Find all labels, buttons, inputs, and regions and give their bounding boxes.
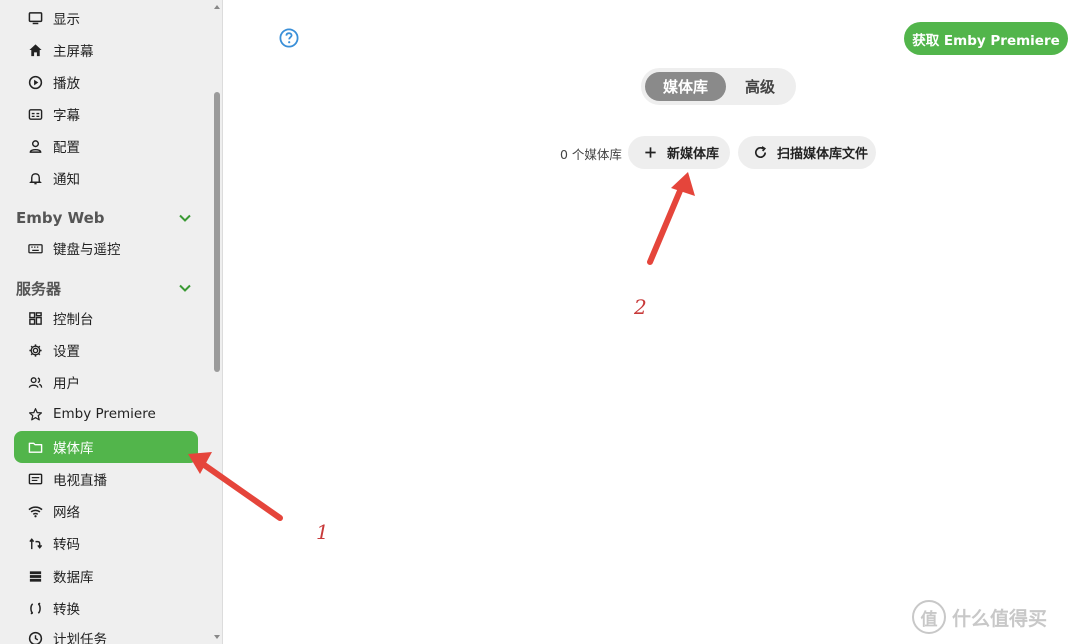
- keyboard-icon: [26, 239, 44, 257]
- new-library-button[interactable]: 新媒体库: [628, 136, 730, 169]
- sidebar-item-users[interactable]: 用户: [14, 366, 198, 398]
- live-tv-icon: [26, 470, 44, 488]
- home-icon: [26, 41, 44, 59]
- sidebar-item-notifications[interactable]: 通知: [14, 162, 198, 194]
- tab-advanced[interactable]: 高级: [729, 72, 791, 101]
- watermark-text: 什么值得买: [952, 607, 1048, 630]
- plus-icon: [645, 147, 656, 158]
- section-title: Emby Web: [16, 209, 105, 227]
- sidebar-item-label: 媒体库: [53, 441, 94, 457]
- sidebar-item-label: 主屏幕: [53, 44, 94, 60]
- sidebar-item-transcode[interactable]: 转码: [14, 527, 198, 559]
- sidebar-item-label: 字幕: [53, 108, 80, 124]
- chevron-down-icon: [179, 214, 191, 222]
- gear-icon: [26, 341, 44, 359]
- sidebar-item-profile[interactable]: 配置: [14, 130, 198, 162]
- sidebar-item-label: 显示: [53, 12, 80, 28]
- sidebar-item-label: 键盘与遥控: [53, 242, 121, 258]
- sidebar-item-library[interactable]: 媒体库: [14, 431, 198, 463]
- sidebar-item-label: 计划任务: [53, 632, 107, 644]
- convert-icon: [26, 599, 44, 617]
- wifi-icon: [26, 502, 44, 520]
- sidebar-item-emby-premiere[interactable]: Emby Premiere: [14, 398, 198, 430]
- library-tabs: 媒体库 高级: [641, 68, 796, 105]
- sidebar-item-label: 播放: [53, 76, 80, 92]
- dashboard-icon: [26, 309, 44, 327]
- sidebar-item-label: 通知: [53, 172, 80, 188]
- library-count: 0 个媒体库: [560, 147, 622, 162]
- scroll-up-arrow-icon[interactable]: [214, 5, 220, 9]
- scroll-down-arrow-icon[interactable]: [214, 635, 220, 639]
- sidebar-item-network[interactable]: 网络: [14, 495, 198, 527]
- get-premiere-button[interactable]: 获取 Emby Premiere: [904, 22, 1068, 55]
- play-circle-icon: [26, 73, 44, 91]
- section-header-emby-web[interactable]: Emby Web: [16, 205, 198, 231]
- users-icon: [26, 373, 44, 391]
- sidebar-item-scheduled-tasks[interactable]: 计划任务: [14, 622, 198, 644]
- section-header-server[interactable]: 服务器: [16, 275, 198, 301]
- scrollbar-thumb[interactable]: [214, 92, 220, 372]
- transcode-icon: [26, 534, 44, 552]
- sidebar-item-subtitles[interactable]: 字幕: [14, 98, 198, 130]
- sidebar-item-label: 电视直播: [53, 473, 107, 489]
- help-icon[interactable]: [279, 28, 299, 48]
- watermark-logo: 值: [912, 600, 946, 634]
- annotation-arrow-2: [647, 183, 685, 265]
- database-icon: [26, 567, 44, 585]
- sidebar-item-database[interactable]: 数据库: [14, 560, 198, 592]
- sidebar-item-playback[interactable]: 播放: [14, 66, 198, 98]
- tab-libraries[interactable]: 媒体库: [645, 72, 726, 101]
- sidebar-item-label: Emby Premiere: [53, 406, 156, 422]
- clock-icon: [26, 629, 44, 644]
- chevron-down-icon: [179, 284, 191, 292]
- sidebar-item-label: 用户: [53, 376, 80, 392]
- annotation-arrowhead-2: [671, 172, 695, 196]
- profile-icon: [26, 137, 44, 155]
- sidebar-item-label: 设置: [53, 344, 80, 360]
- sidebar-item-label: 配置: [53, 140, 80, 156]
- settings-sidebar: 显示 主屏幕 播放 字幕 配置 通知 Emby Web 键盘与遥控 服务器 控制…: [0, 0, 223, 644]
- sidebar-item-label: 转换: [53, 602, 80, 618]
- sidebar-item-label: 控制台: [53, 312, 94, 328]
- section-title: 服务器: [16, 279, 62, 298]
- sidebar-item-convert[interactable]: 转换: [14, 592, 198, 624]
- subtitles-icon: [26, 105, 44, 123]
- folder-icon: [26, 438, 44, 456]
- sidebar-item-live-tv[interactable]: 电视直播: [14, 463, 198, 495]
- sidebar-item-label: 数据库: [53, 570, 94, 586]
- sidebar-item-label: 转码: [53, 537, 80, 553]
- sidebar-item-home[interactable]: 主屏幕: [14, 34, 198, 66]
- annotation-label-2: 2: [634, 295, 647, 319]
- sidebar-item-dashboard[interactable]: 控制台: [14, 302, 198, 334]
- scan-library-label: 扫描媒体库文件: [777, 147, 869, 162]
- annotation-label-1: 1: [316, 520, 329, 544]
- sidebar-item-settings[interactable]: 设置: [14, 334, 198, 366]
- sidebar-item-keyboard[interactable]: 键盘与遥控: [14, 232, 198, 264]
- sidebar-item-display[interactable]: 显示: [14, 2, 198, 34]
- new-library-label: 新媒体库: [667, 147, 720, 162]
- monitor-icon: [26, 9, 44, 27]
- sidebar-scrollbar[interactable]: [212, 0, 222, 644]
- bell-icon: [26, 169, 44, 187]
- watermark: 值 什么值得买: [912, 600, 1047, 634]
- scan-library-button[interactable]: 扫描媒体库文件: [738, 136, 876, 169]
- star-icon: [26, 405, 44, 423]
- sidebar-item-label: 网络: [53, 505, 80, 521]
- refresh-icon: [754, 146, 767, 159]
